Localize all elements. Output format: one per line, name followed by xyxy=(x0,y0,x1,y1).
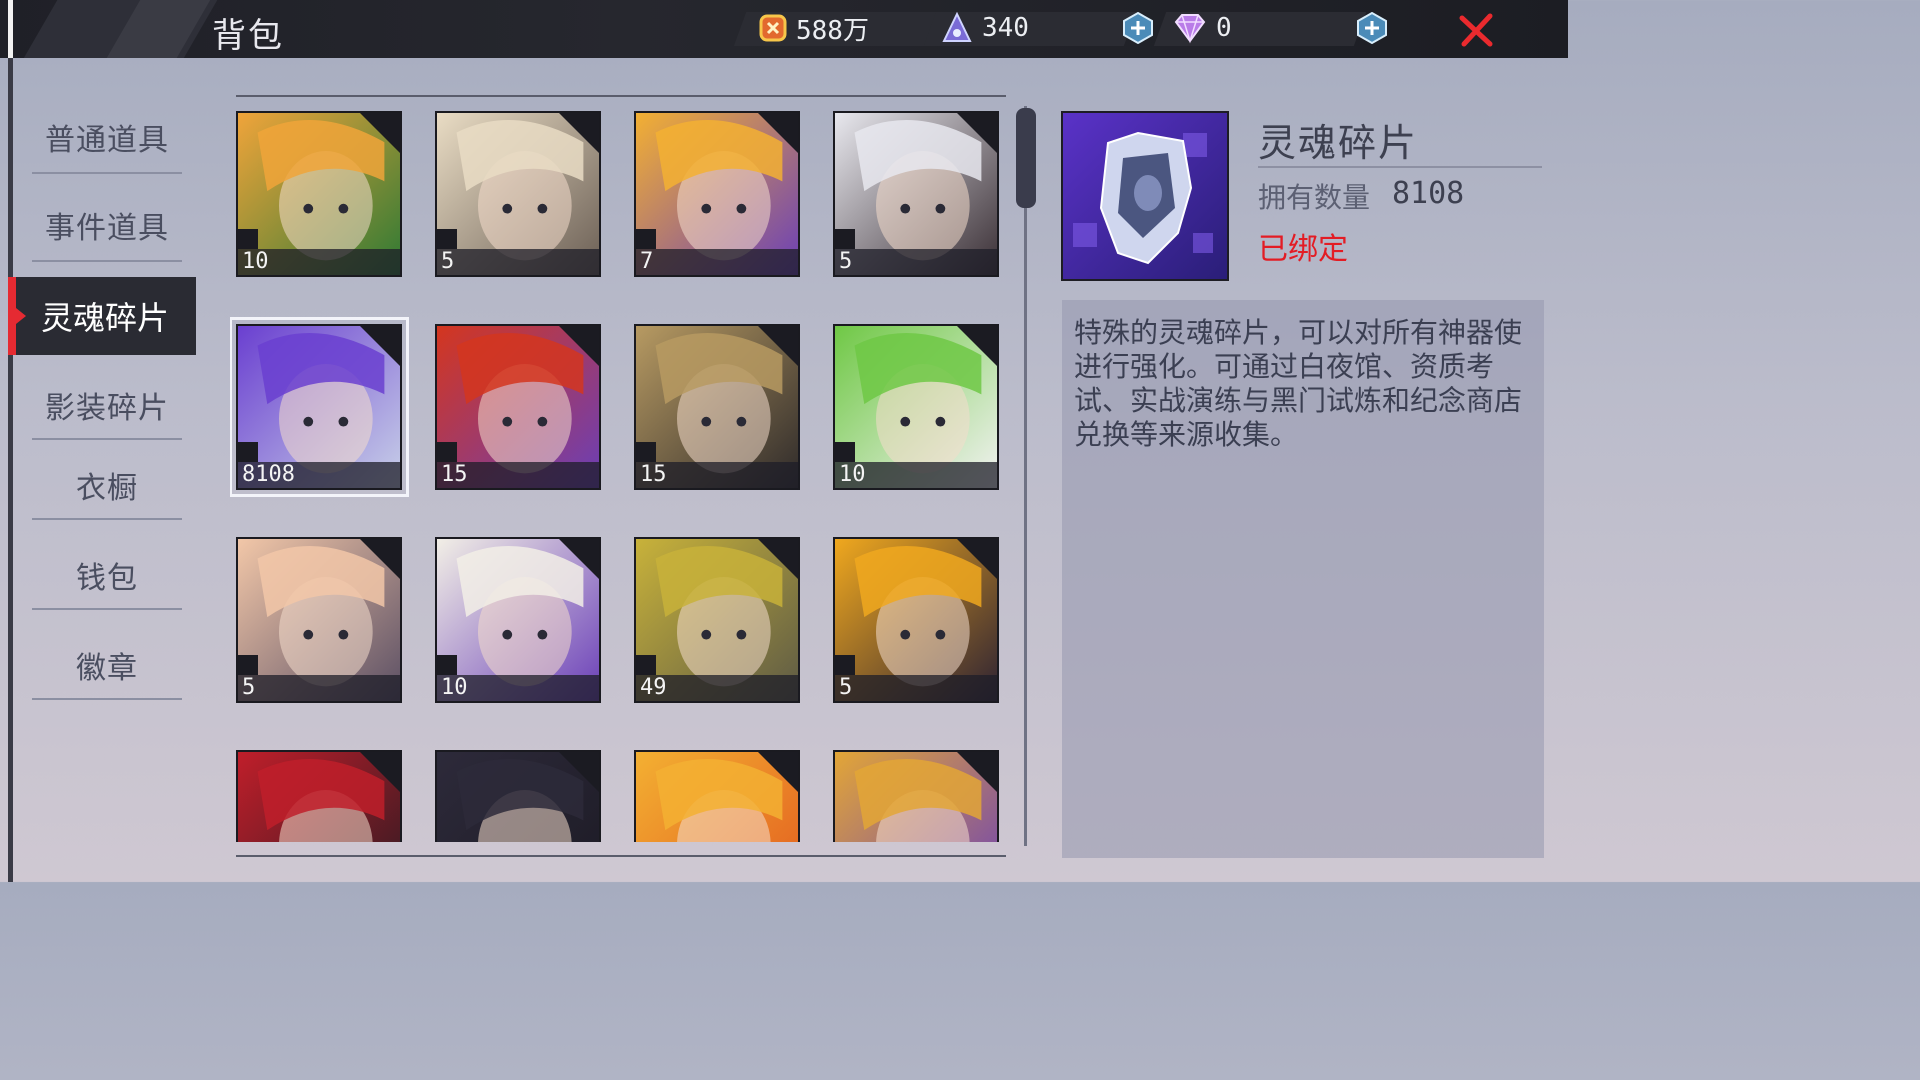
close-icon[interactable] xyxy=(1456,10,1496,50)
item-slot[interactable] xyxy=(236,750,402,842)
slot-notch-decoration xyxy=(238,442,258,462)
sidebar-item-wardrobe[interactable]: 衣橱 xyxy=(32,450,182,520)
item-quantity: 5 xyxy=(242,675,256,700)
quantity-bar xyxy=(437,249,599,275)
item-quantity: 7 xyxy=(640,249,654,274)
item-slot[interactable]: 5 xyxy=(833,537,999,703)
sidebar-item-label: 徽章 xyxy=(76,651,138,686)
sidebar-divider xyxy=(32,698,182,700)
item-quantity: 49 xyxy=(640,675,667,700)
item-quantity: 8108 xyxy=(242,462,295,487)
gold-value: 588万 xyxy=(796,15,869,46)
sidebar-item-label: 钱包 xyxy=(76,561,138,596)
item-slot[interactable]: 7 xyxy=(634,111,800,277)
item-grid: 10 5 7 5 8108 15 15 10 5 10 49 5 xyxy=(230,104,1020,842)
item-slot[interactable]: 10 xyxy=(435,537,601,703)
scrollbar-thumb[interactable] xyxy=(1016,108,1036,208)
active-marker xyxy=(8,277,16,355)
sidebar-item-soul-fragments[interactable]: 灵魂碎片 xyxy=(30,277,180,355)
slot-notch-decoration xyxy=(437,655,457,675)
item-slot[interactable] xyxy=(634,750,800,842)
sidebar-item-wallet[interactable]: 钱包 xyxy=(32,540,182,610)
sidebar-divider xyxy=(32,438,182,440)
diamond-icon xyxy=(1174,14,1206,44)
slot-notch-decoration xyxy=(437,442,457,462)
grid-top-divider xyxy=(236,95,1006,97)
item-quantity: 5 xyxy=(839,249,853,274)
slot-notch-decoration xyxy=(835,655,855,675)
item-quantity: 10 xyxy=(242,249,269,274)
currency-gold: 588万 xyxy=(758,10,869,46)
item-quantity: 10 xyxy=(441,675,468,700)
diamond-value: 0 xyxy=(1216,13,1232,43)
slot-notch-decoration xyxy=(636,229,656,249)
item-quantity: 15 xyxy=(640,462,667,487)
item-slot[interactable]: 15 xyxy=(634,324,800,490)
item-description: 特殊的灵魂碎片，可以对所有神器使进行强化。可通过白夜馆、资质考试、实战演练与黑门… xyxy=(1074,316,1523,451)
owned-count-value: 8108 xyxy=(1392,176,1465,211)
slot-notch-decoration xyxy=(238,655,258,675)
item-slot[interactable]: 5 xyxy=(236,537,402,703)
currency-diamond: 0 xyxy=(1172,10,1232,46)
grid-bottom-divider xyxy=(236,855,1006,857)
sidebar-item-label: 普通道具 xyxy=(45,123,169,158)
item-slot[interactable]: 8108 xyxy=(230,317,409,497)
sidebar-divider xyxy=(32,608,182,610)
quantity-bar xyxy=(238,675,400,701)
sidebar-item-label: 影装碎片 xyxy=(45,391,169,426)
item-slot[interactable]: 10 xyxy=(833,324,999,490)
header-edge xyxy=(8,0,13,58)
sidebar-item-label: 事件道具 xyxy=(45,211,169,246)
soul-fragment-icon xyxy=(1063,113,1227,279)
detail-item-icon xyxy=(1061,111,1229,281)
stamina-flask-icon xyxy=(942,11,972,42)
slot-notch-decoration xyxy=(437,229,457,249)
quantity-bar xyxy=(835,675,997,701)
sidebar-item-normal-items[interactable]: 普通道具 xyxy=(32,102,182,172)
stamina-value: 340 xyxy=(982,13,1029,43)
quantity-bar xyxy=(636,249,798,275)
sidebar-divider xyxy=(32,518,182,520)
item-slot[interactable]: 5 xyxy=(435,111,601,277)
sidebar-divider xyxy=(32,260,182,262)
detail-divider xyxy=(1258,166,1542,168)
add-stamina-button[interactable] xyxy=(1122,12,1154,44)
sidebar-item-shadow-fragments[interactable]: 影装碎片 xyxy=(32,370,182,440)
sidebar-item-badges[interactable]: 徽章 xyxy=(32,630,182,700)
page-title: 背包 xyxy=(212,16,284,56)
description-panel: 特殊的灵魂碎片，可以对所有神器使进行强化。可通过白夜馆、资质考试、实战演练与黑门… xyxy=(1062,300,1544,858)
item-slot[interactable] xyxy=(435,750,601,842)
active-arrow-icon xyxy=(16,308,26,324)
sidebar-item-label: 灵魂碎片 xyxy=(40,299,169,337)
item-quantity: 5 xyxy=(441,249,455,274)
item-quantity: 5 xyxy=(839,675,853,700)
gold-coin-icon xyxy=(759,14,787,42)
item-slot[interactable]: 5 xyxy=(833,111,999,277)
slot-notch-decoration xyxy=(636,655,656,675)
bound-status: 已绑定 xyxy=(1258,232,1348,267)
slot-notch-decoration xyxy=(238,229,258,249)
item-slot[interactable]: 15 xyxy=(435,324,601,490)
top-bar: 背包 588万 340 0 xyxy=(0,0,1568,58)
item-slot[interactable]: 49 xyxy=(634,537,800,703)
item-slot[interactable]: 10 xyxy=(236,111,402,277)
item-quantity: 10 xyxy=(839,462,866,487)
slot-notch-decoration xyxy=(835,442,855,462)
left-edge-line xyxy=(8,58,13,882)
sidebar-item-event-items[interactable]: 事件道具 xyxy=(32,190,182,260)
slot-notch-decoration xyxy=(636,442,656,462)
add-diamond-button[interactable] xyxy=(1356,12,1388,44)
slot-notch-decoration xyxy=(835,229,855,249)
scrollbar-track[interactable] xyxy=(1024,106,1027,846)
item-slot[interactable] xyxy=(833,750,999,842)
currency-stamina: 340 xyxy=(940,10,1029,46)
sidebar-item-label: 衣橱 xyxy=(76,471,138,506)
owned-count-label: 拥有数量 xyxy=(1258,181,1371,214)
item-quantity: 15 xyxy=(441,462,468,487)
quantity-bar xyxy=(835,249,997,275)
detail-item-name: 灵魂碎片 xyxy=(1258,121,1419,165)
sidebar-divider xyxy=(32,172,182,174)
